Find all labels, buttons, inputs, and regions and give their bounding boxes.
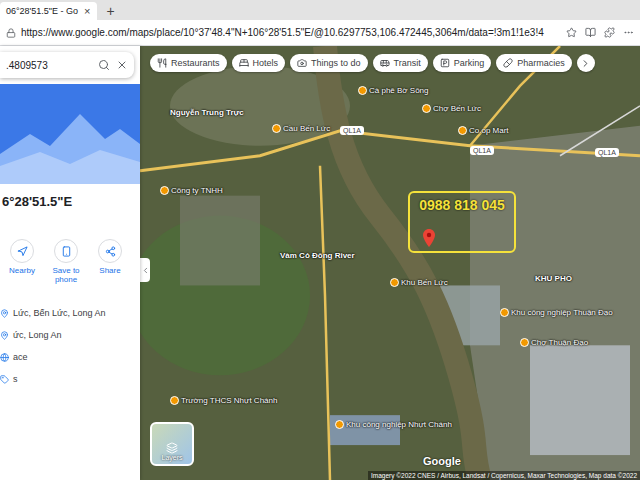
action-button[interactable]: Save to phone xyxy=(50,239,82,284)
category-chip[interactable]: Things to do xyxy=(290,54,368,72)
map-label[interactable]: QL1A xyxy=(470,146,494,155)
tab-strip: 06°28'51.5"E - Go × + xyxy=(0,0,640,20)
search-value[interactable]: .4809573 xyxy=(6,60,92,71)
action-icon xyxy=(105,246,116,257)
map-label[interactable]: QL1A xyxy=(340,126,364,135)
side-panel: .4809573 6°28'51.5"E Nearby Save to phone Sh… xyxy=(0,46,140,480)
detail-row: ace xyxy=(0,352,136,362)
attribution: Imagery ©2022 CNES / Airbus, Landsat / C… xyxy=(368,471,640,480)
chip-icon xyxy=(157,58,167,68)
category-chip[interactable]: Hotels xyxy=(232,54,286,72)
detail-icon xyxy=(0,331,9,340)
chips-next-button[interactable] xyxy=(577,54,595,72)
action-circle xyxy=(10,239,34,263)
chevron-left-icon xyxy=(141,266,150,275)
extensions-icon[interactable] xyxy=(604,27,615,38)
lock-icon xyxy=(6,28,16,38)
search-box[interactable]: .4809573 xyxy=(0,52,134,78)
detail-row: s xyxy=(0,374,136,384)
place-dot-icon xyxy=(520,338,529,347)
collapse-panel-button[interactable] xyxy=(140,258,150,282)
chip-icon xyxy=(503,58,513,68)
category-chips: Restaurants HotelsThings to do Transit Park… xyxy=(150,54,595,72)
map-label[interactable]: Trường THCS Nhựt Chánh xyxy=(170,396,277,405)
place-dot-icon xyxy=(272,124,281,133)
detail-icon xyxy=(0,375,9,384)
place-dot-icon xyxy=(335,420,344,429)
chip-icon xyxy=(297,58,307,68)
place-dot-icon xyxy=(422,104,431,113)
category-chip[interactable]: Restaurants xyxy=(150,54,227,72)
action-circle xyxy=(54,239,78,263)
main: .4809573 6°28'51.5"E Nearby Save to phone Sh… xyxy=(0,46,640,480)
new-tab-button[interactable]: + xyxy=(103,2,119,20)
action-label: Save to phone xyxy=(50,266,82,284)
map-label[interactable]: KHU PHỐ xyxy=(535,274,572,283)
detail-icon xyxy=(0,309,9,318)
detail-row: Lức, Bến Lức, Long An xyxy=(0,308,136,318)
action-row: Nearby Save to phone Share xyxy=(0,215,140,292)
place-dot-icon xyxy=(458,126,467,135)
address-bar: https://www.google.com/maps/place/10°37'… xyxy=(0,20,640,46)
map-label[interactable]: Co.op Mart xyxy=(458,126,509,135)
search-icon[interactable] xyxy=(98,59,110,71)
chip-icon xyxy=(380,58,390,68)
place-dot-icon xyxy=(500,308,509,317)
place-dot-icon xyxy=(170,396,179,405)
category-chip[interactable]: Transit xyxy=(373,54,428,72)
browser-tab[interactable]: 06°28'51.5"E - Go × xyxy=(0,2,97,20)
location-pin-icon[interactable] xyxy=(423,229,435,247)
place-dot-icon xyxy=(160,186,169,195)
url-field[interactable]: https://www.google.com/maps/place/10°37'… xyxy=(21,27,561,38)
map-label[interactable]: Nguyễn Trung Trực xyxy=(170,108,244,117)
tab-close-button[interactable]: × xyxy=(84,5,90,17)
map-label[interactable]: Khu công nghiệp Nhựt Chánh xyxy=(335,420,452,429)
hero-image xyxy=(0,84,140,184)
map-label[interactable]: Chợ Thuận Đạo xyxy=(520,338,588,347)
google-logo: Google xyxy=(423,455,461,467)
action-circle xyxy=(98,239,122,263)
mountains-icon xyxy=(0,84,140,184)
detail-row: ức, Long An xyxy=(0,330,136,340)
browser-window: 06°28'51.5"E - Go × + https://www.google.co… xyxy=(0,0,640,480)
close-icon[interactable] xyxy=(116,59,128,71)
detail-list: Lức, Bến Lức, Long An ức, Long An ace s xyxy=(0,292,140,384)
phone-number: 0988 818 045 xyxy=(419,197,505,213)
map-label[interactable]: Khu Bến Lức xyxy=(390,278,448,287)
action-button[interactable]: Share xyxy=(94,239,126,275)
action-icon xyxy=(61,246,72,257)
action-label: Share xyxy=(99,266,120,275)
layers-icon xyxy=(166,442,178,454)
map-label[interactable]: Vàm Cỏ Đông River xyxy=(280,251,355,260)
category-chip[interactable]: Pharmacies xyxy=(496,54,572,72)
action-label: Nearby xyxy=(9,266,35,275)
map-label[interactable]: Cầu Bến Lức xyxy=(272,124,330,133)
map-label[interactable]: Cà phê Bờ Sông xyxy=(358,86,429,95)
place-dot-icon xyxy=(358,86,367,95)
phone-box: 0988 818 045 xyxy=(408,191,516,253)
layers-button[interactable]: Layers xyxy=(150,422,194,466)
map-label[interactable]: Khu công nghiệp Thuận Đạo xyxy=(500,308,613,317)
map-label[interactable]: Công ty TNHH xyxy=(160,186,223,195)
place-dot-icon xyxy=(390,278,399,287)
map[interactable]: Restaurants HotelsThings to do Transit Park… xyxy=(140,46,640,480)
category-chip[interactable]: Parking xyxy=(433,54,492,72)
action-icon xyxy=(17,246,28,257)
chip-icon xyxy=(239,58,249,68)
map-label[interactable]: Chợ Bến Lức xyxy=(422,104,481,113)
star-icon[interactable] xyxy=(566,27,577,38)
map-label[interactable]: QL1A xyxy=(595,148,619,157)
reader-icon[interactable] xyxy=(585,27,596,38)
tab-title: 06°28'51.5"E - Go xyxy=(6,6,78,16)
chevron-right-icon xyxy=(580,58,591,69)
action-button[interactable]: Nearby xyxy=(6,239,38,275)
toolbar-icons xyxy=(566,27,634,38)
more-icon[interactable] xyxy=(623,27,634,38)
place-heading: 6°28'51.5"E xyxy=(0,184,140,215)
chip-icon xyxy=(440,58,450,68)
detail-icon xyxy=(0,353,9,362)
